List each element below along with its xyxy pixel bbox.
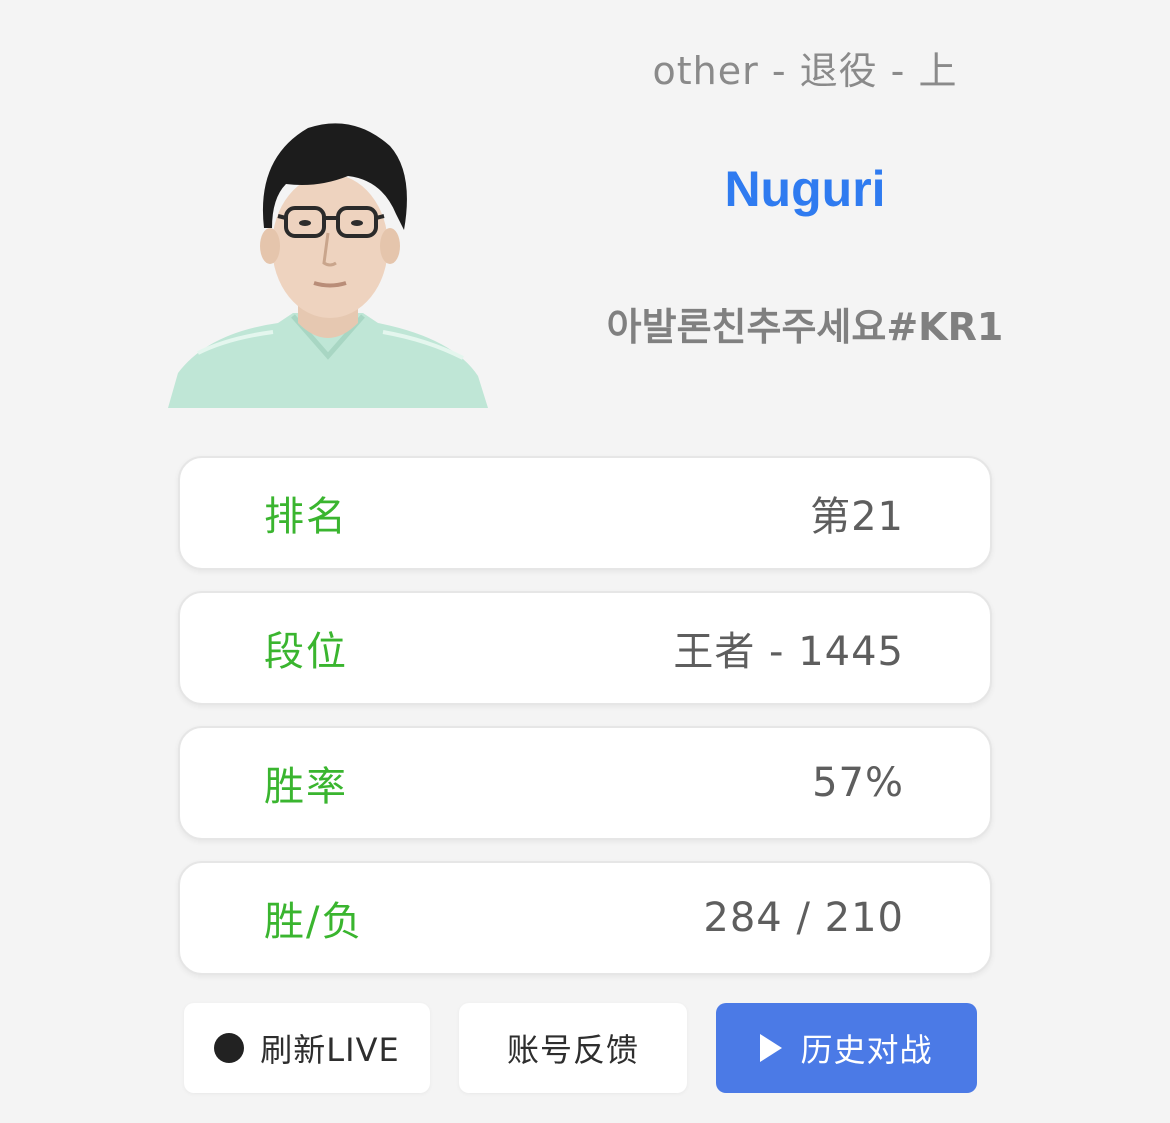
stat-card-win-loss: 胜/负 284 / 210 (178, 861, 992, 975)
stat-card-winrate: 胜率 57% (178, 726, 992, 840)
match-history-button[interactable]: 历史对战 (716, 1003, 977, 1093)
dot-icon (214, 1033, 245, 1063)
account-feedback-button[interactable]: 账号反馈 (459, 1003, 687, 1093)
match-history-label: 历史对战 (800, 1031, 933, 1069)
player-name[interactable]: Nuguri (600, 160, 1010, 218)
play-icon (760, 1034, 783, 1062)
player-profile-page: other - 退役 - 上 Nuguri 아발론친추주세요#KR1 排名 第2… (0, 0, 1170, 1123)
refresh-live-label: 刷新LIVE (260, 1031, 400, 1069)
refresh-live-button[interactable]: 刷新LIVE (184, 1003, 430, 1093)
stat-value: 57% (812, 760, 904, 806)
player-meta: other - 退役 - 上 (652, 49, 958, 93)
stat-label: 胜/负 (264, 899, 364, 945)
stat-label: 排名 (264, 494, 348, 540)
stat-card-rank: 排名 第21 (178, 456, 992, 570)
player-avatar (168, 118, 488, 408)
stat-value: 第21 (810, 494, 904, 540)
stat-label: 胜率 (264, 764, 348, 810)
stat-card-tier: 段位 王者 - 1445 (178, 591, 992, 705)
account-feedback-label: 账号反馈 (506, 1031, 639, 1069)
stat-value: 王者 - 1445 (673, 629, 904, 675)
stat-value: 284 / 210 (703, 895, 904, 941)
account-id: 아발론친추주세요#KR1 (606, 305, 1004, 349)
stat-label: 段位 (264, 629, 348, 675)
